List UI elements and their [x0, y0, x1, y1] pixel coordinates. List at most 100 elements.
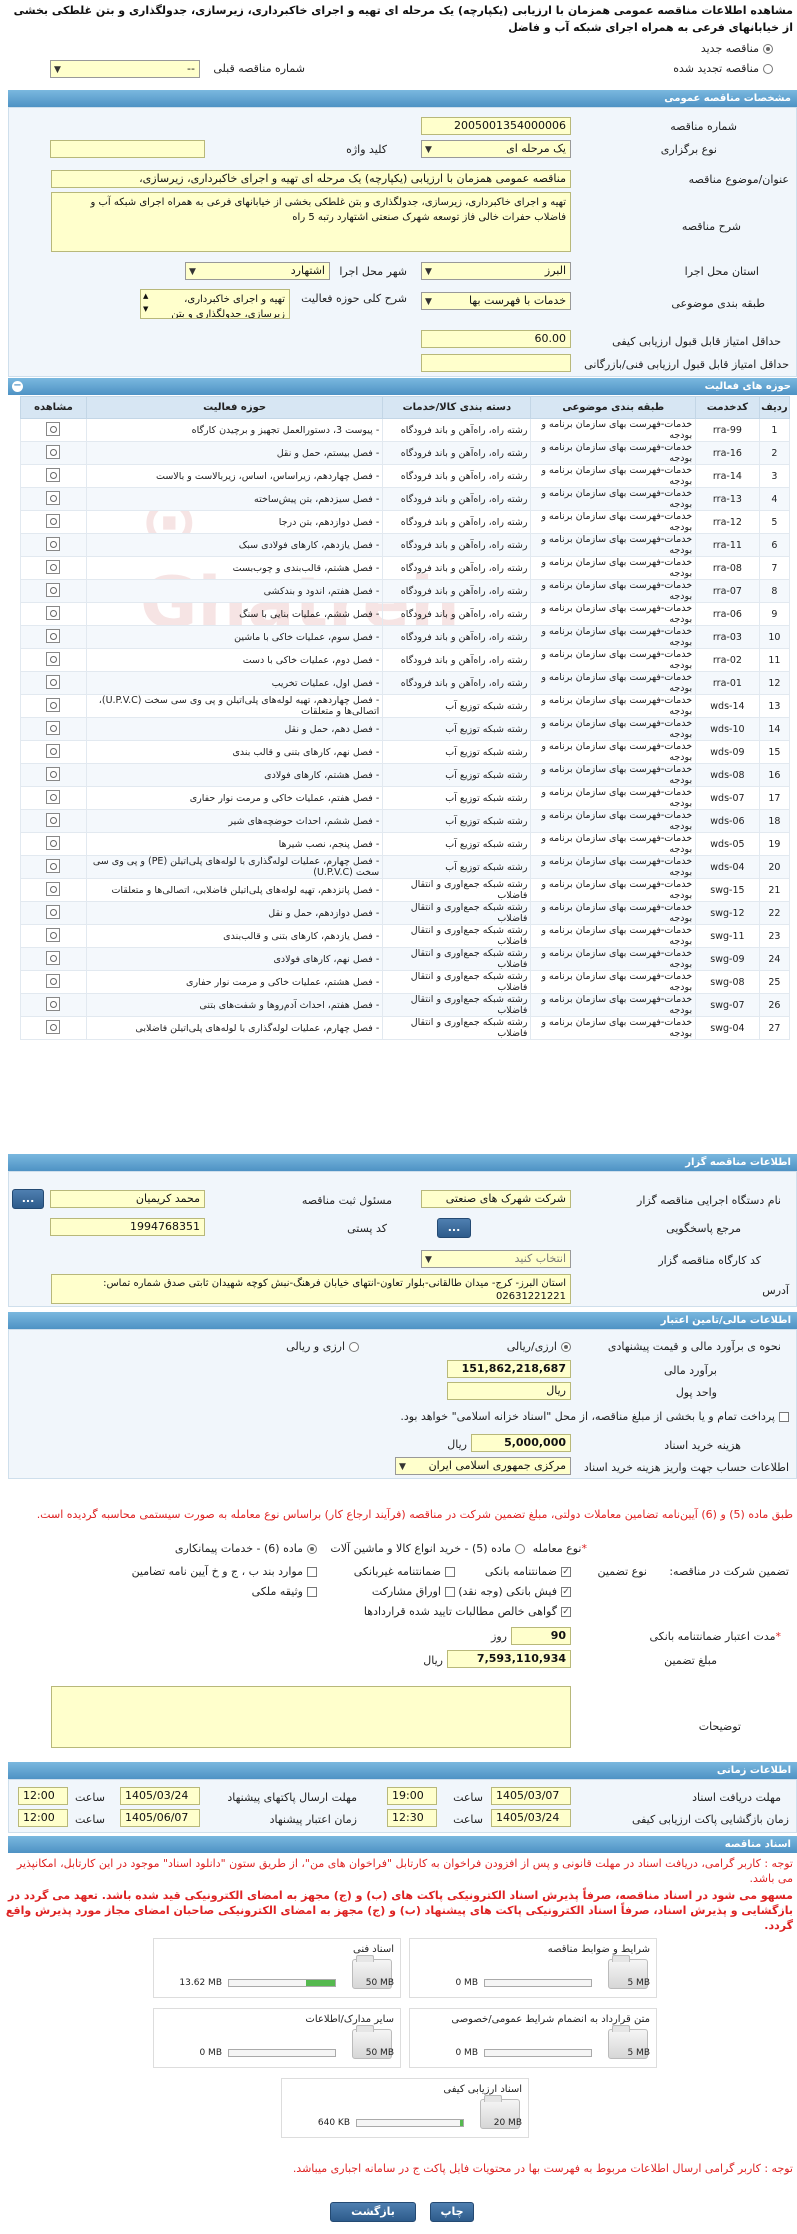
view-icon[interactable]	[46, 651, 61, 666]
view-icon[interactable]	[46, 927, 61, 942]
treasury-checkbox[interactable]	[779, 1412, 789, 1422]
view-cell[interactable]	[20, 441, 87, 465]
new-tender-radio[interactable]	[763, 44, 773, 54]
view-icon[interactable]	[46, 743, 61, 758]
doc-file-box[interactable]: اسناد ارزیابی کیفی 20 MB 640 KB	[281, 2078, 529, 2138]
table-cell: خدمات-فهرست بهای سازمان برنامه و بودجه	[530, 579, 697, 603]
view-cell[interactable]	[20, 648, 87, 672]
view-icon[interactable]	[46, 996, 61, 1011]
view-icon[interactable]	[46, 835, 61, 850]
view-cell[interactable]	[20, 786, 87, 810]
type-article5-radio[interactable]	[515, 1544, 525, 1554]
view-icon[interactable]	[46, 536, 61, 551]
print-button[interactable]: چاپ	[430, 2202, 474, 2222]
view-icon[interactable]	[46, 444, 61, 459]
chevron-down-icon: ▼	[54, 65, 61, 75]
view-icon[interactable]	[46, 881, 61, 896]
type-select[interactable]: ▼ یک مرحله ای	[421, 140, 571, 158]
table-cell: 25	[758, 970, 791, 994]
view-icon[interactable]	[46, 720, 61, 735]
view-icon[interactable]	[46, 674, 61, 689]
view-cell[interactable]	[20, 510, 87, 534]
view-cell[interactable]	[20, 947, 87, 971]
view-cell[interactable]	[20, 579, 87, 603]
opt-certificate-checkbox[interactable]: ✓	[561, 1607, 571, 1617]
view-icon[interactable]	[46, 628, 61, 643]
view-cell[interactable]	[20, 763, 87, 787]
opt-bank-checkbox[interactable]: ✓	[561, 1567, 571, 1577]
view-icon[interactable]	[46, 697, 61, 712]
workshop-select[interactable]: ▼ انتخاب کنید	[421, 1250, 571, 1268]
opt-check-checkbox[interactable]: ✓	[561, 1587, 571, 1597]
table-cell: - فصل ششم، عملیات بنایی با سنگ	[85, 602, 384, 626]
opt-wage-checkbox[interactable]	[307, 1567, 317, 1577]
city-select[interactable]: ▼ اشتهارد	[185, 262, 330, 280]
renewed-tender-radio[interactable]	[763, 64, 773, 74]
view-icon[interactable]	[46, 605, 61, 620]
view-cell[interactable]	[20, 671, 87, 695]
category-select[interactable]: ▼ خدمات با فهرست بها	[421, 292, 571, 310]
responsible-lookup-button[interactable]: ...	[12, 1189, 44, 1209]
view-cell[interactable]	[20, 901, 87, 925]
view-icon[interactable]	[46, 904, 61, 919]
prev-number-select[interactable]: ▼ --	[50, 60, 200, 78]
view-icon[interactable]	[46, 789, 61, 804]
scroll-arrows-icon[interactable]: ▲ ▼	[143, 290, 148, 316]
table-cell: خدمات-فهرست بهای سازمان برنامه و بودجه	[530, 717, 697, 741]
view-icon[interactable]	[46, 973, 61, 988]
view-cell[interactable]	[20, 878, 87, 902]
view-cell[interactable]	[20, 717, 87, 741]
view-cell[interactable]	[20, 464, 87, 488]
view-icon[interactable]	[46, 858, 61, 873]
view-cell[interactable]	[20, 1016, 87, 1040]
view-icon[interactable]	[46, 766, 61, 781]
view-icon[interactable]	[46, 559, 61, 574]
view-icon[interactable]	[46, 950, 61, 965]
view-icon[interactable]	[46, 582, 61, 597]
table-cell: خدمات-فهرست بهای سازمان برنامه و بودجه	[530, 1016, 697, 1040]
view-cell[interactable]	[20, 418, 87, 442]
view-icon[interactable]	[46, 421, 61, 436]
opt-nonbank-checkbox[interactable]	[445, 1567, 455, 1577]
view-cell[interactable]	[20, 924, 87, 948]
collapse-icon[interactable]: −	[12, 381, 23, 392]
table-cell: 6	[758, 533, 791, 557]
estimate-amount-label: برآورد مالی	[664, 1364, 717, 1377]
opt-property-checkbox[interactable]	[307, 1587, 317, 1597]
view-icon[interactable]	[46, 490, 61, 505]
currency-and-rial-radio[interactable]	[349, 1342, 359, 1352]
view-icon[interactable]	[46, 1019, 61, 1034]
view-cell[interactable]	[20, 993, 87, 1017]
ref-lookup-button[interactable]: ...	[437, 1218, 471, 1238]
table-cell: - پیوست 3، دستورالعمل تجهیز و برچیدن کار…	[85, 418, 384, 442]
view-cell[interactable]	[20, 809, 87, 833]
view-cell[interactable]	[20, 625, 87, 649]
back-button[interactable]: بازگشت	[330, 2202, 416, 2222]
doc-file-box[interactable]: اسناد فنی 50 MB 13.62 MB	[153, 1938, 401, 1998]
view-cell[interactable]	[20, 855, 87, 879]
currency-rial-radio[interactable]	[561, 1342, 571, 1352]
table-cell: 12	[758, 671, 791, 695]
view-cell[interactable]	[20, 487, 87, 511]
province-select[interactable]: ▼ البرز	[421, 262, 571, 280]
view-cell[interactable]	[20, 533, 87, 557]
section-organizer: اطلاعات مناقصه گزار	[8, 1154, 797, 1171]
account-select[interactable]: ▼ مرکزی جمهوری اسلامی ایران	[395, 1457, 571, 1475]
view-cell[interactable]	[20, 832, 87, 856]
opt-bonds-checkbox[interactable]	[445, 1587, 455, 1597]
doc-file-box[interactable]: شرایط و ضوابط مناقصه 5 MB 0 MB	[409, 1938, 657, 1998]
view-icon[interactable]	[46, 513, 61, 528]
type-article6-radio[interactable]	[307, 1544, 317, 1554]
required-star: *	[775, 1630, 782, 1643]
doc-file-box[interactable]: سایر مدارک/اطلاعات 50 MB 0 MB	[153, 2008, 401, 2068]
view-cell[interactable]	[20, 694, 87, 718]
view-cell[interactable]	[20, 602, 87, 626]
table-cell: 21	[758, 878, 791, 902]
table-cell: خدمات-فهرست بهای سازمان برنامه و بودجه	[530, 809, 697, 833]
view-icon[interactable]	[46, 812, 61, 827]
doc-file-box[interactable]: متن قرارداد به انضمام شرایط عمومی/خصوصی …	[409, 2008, 657, 2068]
view-cell[interactable]	[20, 556, 87, 580]
view-cell[interactable]	[20, 970, 87, 994]
view-icon[interactable]	[46, 467, 61, 482]
view-cell[interactable]	[20, 740, 87, 764]
